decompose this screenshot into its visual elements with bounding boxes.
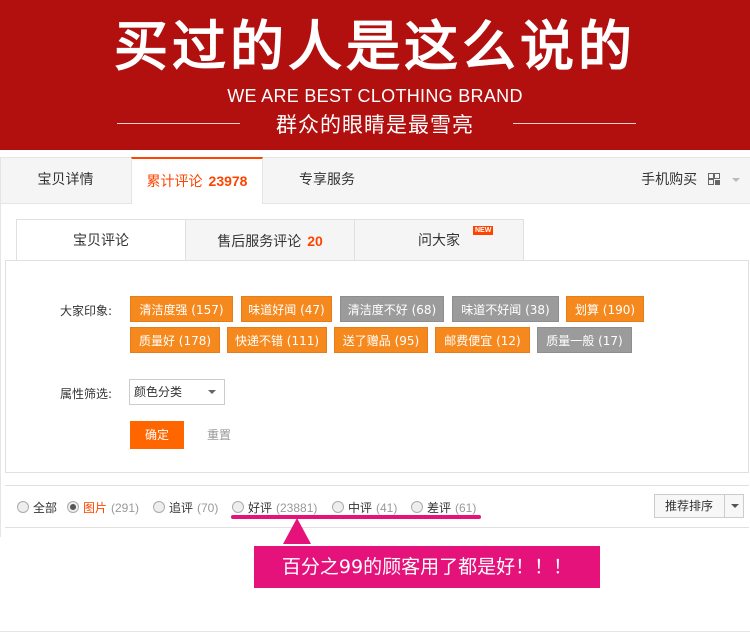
highlight-underline [231, 515, 481, 519]
radio-checked-icon [67, 501, 79, 513]
aftersale-count: 20 [307, 233, 323, 249]
banner-subtitle: WE ARE BEST CLOTHING BRAND [227, 86, 523, 106]
impression-tag[interactable]: 邮费便宜 (12) [435, 327, 530, 353]
mobile-buy-link[interactable]: 手机购买 [641, 158, 740, 203]
impression-tag[interactable]: 送了赠品 (95) [334, 327, 428, 353]
attribute-filter-label: 属性筛选: [60, 387, 113, 401]
impression-tag[interactable]: 清洁度不好 (68) [340, 296, 444, 322]
confirm-button[interactable]: 确定 [130, 421, 184, 449]
impression-tag[interactable]: 清洁度强 (157) [130, 296, 233, 322]
mobile-buy-label: 手机购买 [641, 172, 698, 188]
chevron-down-icon [731, 504, 739, 508]
impression-tag[interactable]: 质量一般 (17) [537, 327, 632, 353]
tab-item-details[interactable]: 宝贝详情 [0, 158, 131, 203]
select-value: 颜色分类 [134, 385, 183, 399]
radio-icon [17, 501, 29, 513]
tab-reviews[interactable]: 累计评论 23978 [131, 157, 263, 204]
dropdown-arrow-icon [208, 390, 216, 394]
impression-label: 大家印象: [60, 304, 113, 318]
filter-positive[interactable]: 好评 (23881) [232, 499, 317, 516]
tab-label: 专享服务 [299, 172, 355, 188]
radio-icon [332, 501, 344, 513]
tab-label: 累计评论 [146, 174, 203, 190]
sort-label: 推荐排序 [665, 499, 714, 513]
filter-negative[interactable]: 差评 (61) [411, 499, 476, 516]
content-border [0, 157, 1, 537]
impression-tag[interactable]: 划算 (190) [566, 296, 644, 322]
subtab-label: 问大家 [418, 233, 460, 249]
header-banner: 买过的人是这么说的 WE ARE BEST CLOTHING BRAND 群众的… [0, 0, 750, 150]
banner-title: 买过的人是这么说的 [114, 15, 636, 78]
impression-tag[interactable]: 质量好 (178) [130, 327, 220, 353]
bottom-divider [0, 631, 750, 632]
radio-icon [232, 501, 244, 513]
color-category-select[interactable]: 颜色分类 [129, 379, 225, 405]
qr-code-icon [707, 173, 720, 185]
filter-neutral[interactable]: 中评 (41) [332, 499, 397, 516]
reset-button[interactable]: 重置 [207, 421, 231, 449]
subtab-ask-everyone[interactable]: 问大家 NEW [354, 219, 524, 261]
filter-all[interactable]: 全部 [17, 499, 57, 516]
banner-slogan: 群众的眼睛是最雪亮 [276, 113, 474, 137]
filter-pictures[interactable]: 图片 (291) [67, 499, 139, 516]
sort-dropdown[interactable]: 推荐排序 [654, 494, 744, 518]
tab-label: 宝贝详情 [37, 172, 94, 188]
tab-services[interactable]: 专享服务 [262, 158, 392, 203]
impression-tag[interactable]: 味道好闻 (47) [241, 296, 332, 322]
subtab-product-reviews[interactable]: 宝贝评论 [16, 219, 186, 261]
radio-icon [411, 501, 423, 513]
callout-pointer [283, 518, 311, 544]
review-count: 23978 [208, 173, 248, 189]
detail-tabs: 宝贝详情 累计评论 23978 专享服务 手机购买 [0, 157, 750, 204]
new-badge: NEW [473, 226, 494, 235]
sort-divider [724, 495, 725, 517]
subtab-aftersale-reviews[interactable]: 售后服务评论 20 [185, 219, 355, 261]
impression-tag[interactable]: 快递不错 (111) [227, 327, 327, 353]
banner-divider-right [513, 123, 636, 124]
chevron-down-icon [732, 178, 740, 182]
review-subtabs: 宝贝评论 售后服务评论 20 问大家 NEW [16, 219, 524, 261]
subtab-label: 售后服务评论 [217, 234, 302, 250]
callout-box: 百分之99的顾客用了都是好！！！ [254, 546, 600, 588]
radio-icon [153, 501, 165, 513]
subtab-label: 宝贝评论 [73, 233, 129, 249]
review-filter-panel [5, 260, 749, 473]
impression-tag[interactable]: 味道不好闻 (38) [452, 296, 559, 322]
filter-followup[interactable]: 追评 (70) [153, 499, 218, 516]
